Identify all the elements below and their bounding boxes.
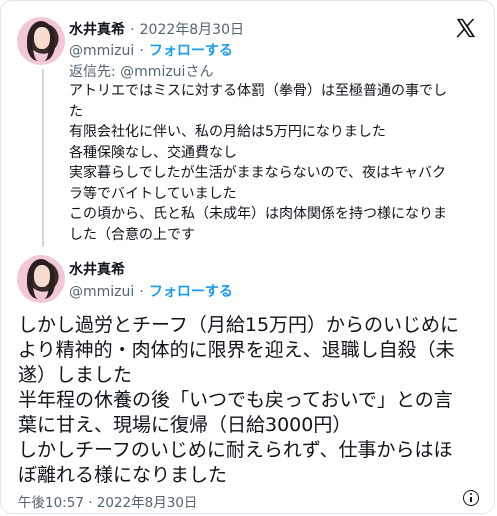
quoted-tweet-text: アトリエではミスに対する体罰（拳骨）は至極普通の事でし た 有限会社化に伴い、私…	[69, 81, 479, 245]
avatar[interactable]	[17, 255, 65, 303]
tweet-text-line: この頃から、氏と私（未成年）は肉体関係を持つ様になりま	[69, 206, 447, 222]
avatar-face	[34, 265, 50, 287]
separator: ·	[139, 284, 144, 300]
tweet-timestamp[interactable]: 午後10:57 · 2022年8月30日	[18, 491, 197, 511]
thread-connector-line	[42, 69, 44, 247]
tweet-text-line: 葉に甘え、現場に復帰（日給3000円）	[18, 414, 352, 436]
follow-button[interactable]: フォローする	[149, 284, 233, 300]
avatar-face	[34, 27, 50, 49]
author-handle[interactable]: @mmizui	[69, 284, 134, 300]
main-header-line-1: 水井真希	[69, 259, 125, 279]
tweet-embed-card: 水井真希 · 2022年8月30日 @mmizui · フォローする 返信先: …	[0, 0, 495, 514]
main-header-line-2: @mmizui · フォローする	[69, 281, 233, 301]
author-name[interactable]: 水井真希	[69, 22, 125, 38]
x-logo-icon[interactable]	[454, 17, 476, 39]
tweet-text-line: 有限会社化に伴い、私の月給は5万円になりました	[69, 124, 386, 140]
main-tweet-text: しかし過労とチーフ（月給15万円）からのいじめに より精神的・肉体的に限界を迎え…	[18, 313, 488, 488]
tweet-text-line: ラ等でバイトしていました	[69, 185, 237, 202]
author-handle[interactable]: @mmizui	[69, 43, 134, 59]
separator: ·	[139, 43, 144, 59]
tweet-text-line: しかし過労とチーフ（月給15万円）からのいじめに	[18, 314, 460, 336]
tweet-text-line: アトリエではミスに対する体罰（拳骨）は至極普通の事でし	[69, 83, 447, 99]
tweet-text-line: 半年程の休養の後「いつでも戻っておいで」との言	[18, 389, 453, 411]
follow-button[interactable]: フォローする	[149, 43, 233, 59]
tweet-text-line: しかしチーフのいじめに耐えられず、仕事からはほ	[18, 439, 453, 461]
reply-to-label[interactable]: 返信先: @mmizuiさん	[69, 61, 213, 81]
tweet-text-line: 各種保険なし、交通費なし	[69, 144, 237, 161]
tweet-text-line: 遂）しました	[18, 364, 133, 386]
tweet-text-line: ぼ離れる様になりました	[18, 464, 228, 486]
tweet-text-line: 実家暮らしでしたが生活がままならないので、夜はキャバク	[69, 165, 447, 181]
quoted-header-line-2: @mmizui · フォローする	[69, 40, 233, 60]
tweet-text-line: より精神的・肉体的に限界を迎え、退職し自殺（未	[18, 339, 455, 361]
author-name[interactable]: 水井真希	[69, 262, 125, 278]
quoted-header-line-1: 水井真希 · 2022年8月30日	[69, 19, 244, 39]
avatar[interactable]	[17, 17, 65, 65]
tweet-text-line: した（合意の上です	[69, 226, 195, 243]
tweet-text-line: た	[69, 103, 83, 120]
tweet-date[interactable]: 2022年8月30日	[140, 22, 244, 38]
separator: ·	[130, 22, 135, 38]
info-icon[interactable]	[463, 490, 479, 506]
